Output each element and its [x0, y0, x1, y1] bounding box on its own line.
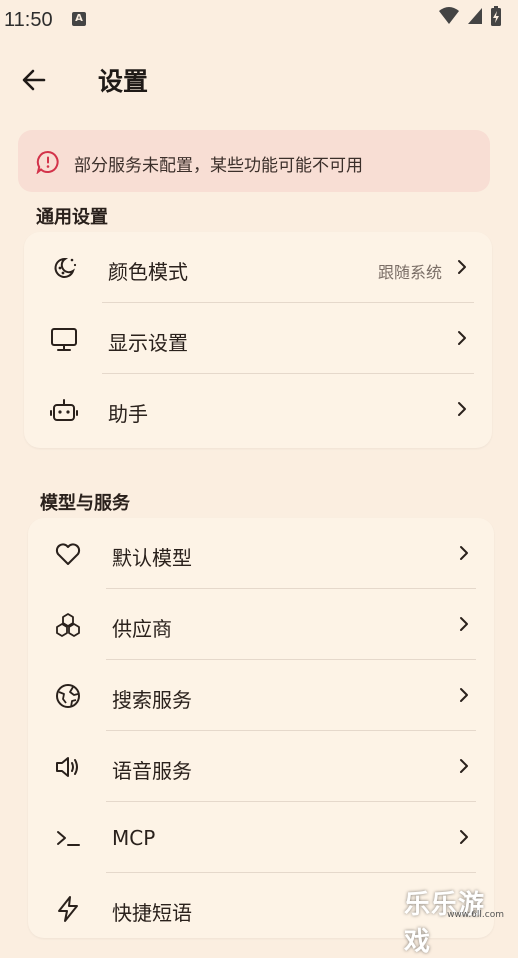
watermark-logo: 乐乐游戏 www.6ll.com — [404, 884, 514, 957]
settings-item-label: 显示设置 — [108, 331, 188, 355]
chevron-right-icon — [458, 331, 466, 345]
watermark-url: www.6ll.com — [447, 910, 504, 920]
warning-text: 部分服务未配置，某些功能可能不可用 — [74, 156, 363, 176]
settings-item-assistant[interactable]: 助手 — [24, 374, 492, 445]
warning-banner: 部分服务未配置，某些功能可能不可用 — [18, 130, 490, 192]
settings-item-label: 供应商 — [112, 617, 172, 641]
settings-item-default-model[interactable]: 默认模型 — [28, 518, 494, 589]
settings-item-label: 搜索服务 — [112, 688, 192, 712]
settings-item-label: 颜色模式 — [108, 260, 188, 284]
palette-icon — [54, 257, 77, 278]
page-title: 设置 — [98, 67, 149, 96]
settings-item-mcp[interactable]: MCP — [28, 802, 494, 873]
settings-item-label: MCP — [112, 826, 156, 850]
cubes-icon — [56, 613, 80, 637]
general-settings-card: 颜色模式 跟随系统 显示设置 助手 — [24, 232, 492, 448]
robot-icon — [50, 399, 78, 421]
speaker-icon — [56, 757, 78, 777]
settings-item-color-mode[interactable]: 颜色模式 跟随系统 — [24, 232, 492, 303]
chevron-right-icon — [460, 688, 468, 702]
chevron-right-icon — [458, 402, 466, 416]
system-icons — [438, 5, 502, 27]
settings-item-voice-service[interactable]: 语音服务 — [28, 731, 494, 802]
settings-item-search-service[interactable]: 搜索服务 — [28, 660, 494, 731]
settings-item-value: 跟随系统 — [377, 263, 442, 282]
status-bar: 11:50 A — [0, 0, 518, 40]
notification-icon: A — [72, 12, 86, 26]
settings-item-label: 语音服务 — [112, 759, 192, 783]
signal-icon — [468, 8, 482, 24]
globe-icon — [56, 684, 80, 708]
models-services-card: 默认模型 供应商 搜索服务 语音服务 MCP 快捷短语 — [28, 518, 494, 938]
chevron-right-icon — [460, 617, 468, 631]
terminal-icon — [57, 831, 80, 846]
wifi-icon — [439, 7, 459, 24]
battery-icon — [491, 6, 501, 26]
status-time: 11:50 — [4, 9, 53, 31]
settings-item-label: 默认模型 — [112, 546, 192, 570]
top-app-bar: 设置 — [0, 50, 518, 110]
chevron-right-icon — [460, 830, 468, 844]
section-title-general: 通用设置 — [36, 207, 108, 228]
chevron-right-icon — [460, 759, 468, 773]
alert-icon — [36, 150, 59, 174]
settings-item-display[interactable]: 显示设置 — [24, 303, 492, 374]
watermark-text: 乐乐游戏 — [404, 890, 486, 957]
section-title-models: 模型与服务 — [40, 493, 130, 514]
bolt-icon — [58, 896, 78, 922]
settings-item-provider[interactable]: 供应商 — [28, 589, 494, 660]
back-arrow-icon[interactable] — [18, 64, 50, 96]
chevron-right-icon — [460, 546, 468, 560]
monitor-icon — [51, 328, 77, 351]
heart-icon — [55, 543, 81, 565]
chevron-right-icon — [458, 260, 466, 274]
settings-item-label: 助手 — [108, 402, 148, 426]
